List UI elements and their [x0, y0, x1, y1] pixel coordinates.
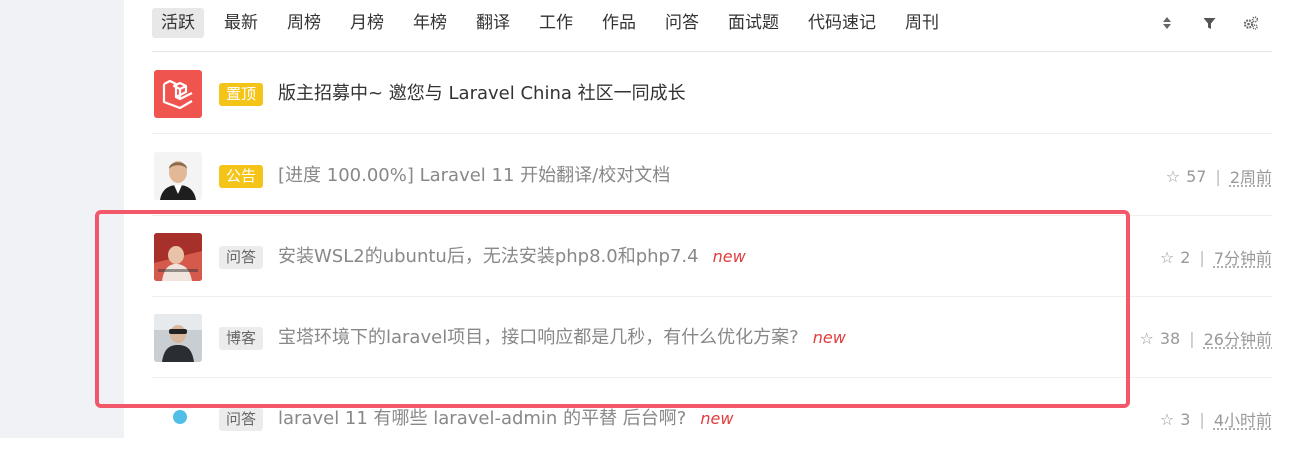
topic-title[interactable]: laravel 11 有哪些 laravel-admin 的平替 后台啊? new: [278, 406, 733, 432]
pinned-badge: 置顶: [219, 83, 263, 106]
topic-row[interactable]: 博客 宝塔环境下的laravel项目，接口响应都是几秒，有什么优化方案? new …: [152, 298, 1272, 378]
tab-yearly[interactable]: 年榜: [404, 8, 456, 38]
topic-time[interactable]: 7分钟前: [1214, 245, 1272, 269]
row-divider: [152, 133, 1272, 134]
filter-tabs: 活跃 最新 周榜 月榜 年榜 翻译 工作 作品 问答 面试题 代码速记 周刊: [152, 8, 959, 38]
sort-icon[interactable]: [1146, 14, 1188, 32]
topic-title[interactable]: 版主招募中~ 邀您与 Laravel China 社区一同成长: [278, 81, 686, 107]
topic-title[interactable]: 安装WSL2的ubuntu后，无法安装php8.0和php7.4 new: [278, 244, 746, 270]
tab-latest[interactable]: 最新: [215, 8, 267, 38]
tab-active[interactable]: 活跃: [152, 8, 204, 38]
topic-row[interactable]: 问答 laravel 11 有哪些 laravel-admin 的平替 后台啊?…: [152, 379, 1272, 459]
announcement-badge: 公告: [219, 165, 263, 188]
laravel-logo[interactable]: [154, 70, 202, 118]
qa-badge: 问答: [219, 246, 263, 269]
qa-badge: 问答: [219, 408, 263, 431]
star-count: 38: [1160, 329, 1180, 348]
topic-time[interactable]: 4小时前: [1214, 407, 1272, 431]
star-icon: ☆: [1166, 167, 1180, 186]
meta-separator: |: [1199, 410, 1204, 429]
tab-weekly[interactable]: 周榜: [278, 8, 330, 38]
new-tag: new: [713, 247, 746, 266]
tab-jobs[interactable]: 工作: [530, 8, 582, 38]
user-avatar[interactable]: [154, 152, 202, 200]
star-count: 3: [1180, 410, 1190, 429]
tab-translation[interactable]: 翻译: [467, 8, 519, 38]
topic-row[interactable]: 置顶 版主招募中~ 邀您与 Laravel China 社区一同成长: [152, 54, 1272, 134]
header-divider: [152, 51, 1272, 52]
tab-qa[interactable]: 问答: [656, 8, 708, 38]
topic-time[interactable]: 2周前: [1230, 164, 1272, 188]
topic-time[interactable]: 26分钟前: [1204, 326, 1272, 350]
star-icon: ☆: [1140, 329, 1154, 348]
star-icon: ☆: [1160, 248, 1174, 267]
star-count: 2: [1180, 248, 1190, 267]
topic-meta: ☆ 3 | 4小时前: [1160, 407, 1272, 431]
topic-meta: ☆ 38 | 26分钟前: [1140, 326, 1272, 350]
topic-row[interactable]: 公告 [进度 100.00%] Laravel 11 开始翻译/校对文档 ☆ 5…: [152, 136, 1272, 216]
gears-icon[interactable]: [1230, 14, 1272, 32]
blog-badge: 博客: [219, 327, 263, 350]
meta-separator: |: [1215, 167, 1220, 186]
topic-meta: ☆ 57 | 2周前: [1166, 164, 1272, 188]
new-tag: new: [813, 328, 846, 347]
filter-icon[interactable]: [1188, 14, 1230, 32]
toolbar-icons: [1146, 14, 1272, 32]
tab-monthly[interactable]: 月榜: [341, 8, 393, 38]
row-divider: [152, 215, 1272, 216]
new-tag: new: [700, 409, 733, 428]
topic-row[interactable]: 问答 安装WSL2的ubuntu后，无法安装php8.0和php7.4 new ☆…: [152, 217, 1272, 297]
tab-works[interactable]: 作品: [593, 8, 645, 38]
meta-separator: |: [1189, 329, 1194, 348]
star-count: 57: [1186, 167, 1206, 186]
tab-interview[interactable]: 面试题: [719, 8, 788, 38]
tab-weekly-magazine[interactable]: 周刊: [896, 8, 948, 38]
row-divider: [152, 377, 1272, 378]
status-dot: [173, 410, 187, 424]
left-gutter: [0, 0, 124, 438]
row-divider: [152, 296, 1272, 297]
tab-code-notes[interactable]: 代码速记: [799, 8, 885, 38]
star-icon: ☆: [1160, 410, 1174, 429]
meta-separator: |: [1199, 248, 1204, 267]
user-avatar[interactable]: [154, 314, 202, 362]
topic-title[interactable]: [进度 100.00%] Laravel 11 开始翻译/校对文档: [278, 163, 670, 189]
user-avatar[interactable]: [154, 233, 202, 281]
topic-title[interactable]: 宝塔环境下的laravel项目，接口响应都是几秒，有什么优化方案? new: [278, 325, 846, 351]
topic-meta: ☆ 2 | 7分钟前: [1160, 245, 1272, 269]
